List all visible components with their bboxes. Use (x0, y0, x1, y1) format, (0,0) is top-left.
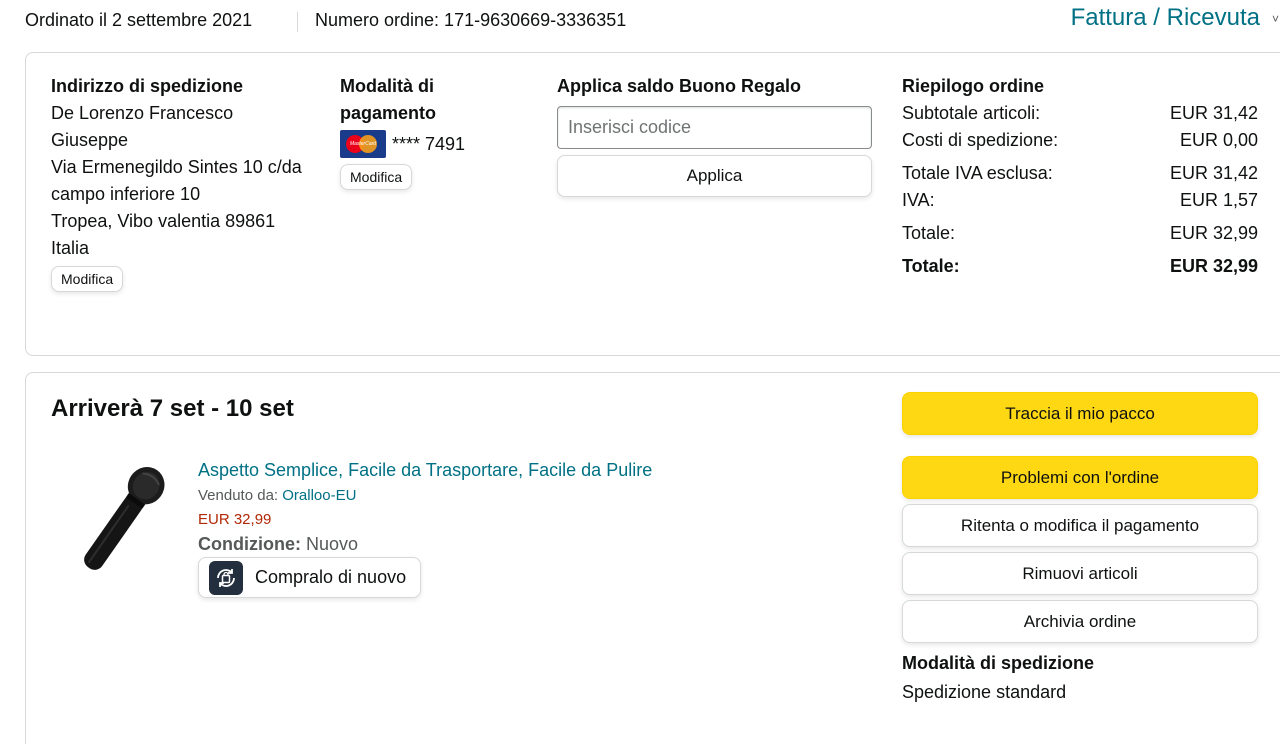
arrival-date: Arriverà 7 set - 10 set (51, 395, 294, 422)
order-summary-section: Riepilogo ordine Subtotale articoli: EUR… (902, 73, 1258, 280)
shipment-card: Arriverà 7 set - 10 set Aspetto Semplice… (25, 372, 1280, 744)
order-details-card: Indirizzo di spedizione De Lorenzo Franc… (25, 52, 1280, 356)
seller-link[interactable]: Oralloo-EU (282, 487, 356, 504)
address-line: Tropea, Vibo valentia 89861 (51, 211, 276, 231)
order-header: Ordinato il 2 settembre 2021 Numero ordi… (0, 0, 1280, 44)
buy-again-label: Compralo di nuovo (255, 567, 407, 587)
product-title-link[interactable]: Aspetto Semplice, Facile da Trasportare,… (198, 457, 798, 483)
summary-label: Costi di spedizione: (902, 130, 1059, 150)
condition: Condizione: Nuovo (198, 534, 798, 555)
buy-again-icon (209, 560, 243, 595)
card-brand-label: MasterCard (349, 141, 377, 147)
order-problems-button[interactable]: Problemi con l'ordine (902, 456, 1258, 499)
payment-card: MasterCard **** 7491 (340, 130, 540, 158)
condition-value: Nuovo (306, 534, 359, 554)
track-package-button[interactable]: Traccia il mio pacco (902, 392, 1258, 435)
summary-row: Totale IVA esclusa: EUR 31,42 (902, 160, 1258, 187)
edit-address-button[interactable]: Modifica (51, 266, 124, 292)
order-date: Ordinato il 2 settembre 2021 (25, 10, 253, 30)
summary-label: Totale: (902, 223, 956, 243)
remove-items-button[interactable]: Rimuovi articoli (902, 552, 1258, 595)
summary-total-value: EUR 32,99 (1169, 256, 1258, 276)
address-line: Via Ermenegildo Sintes 10 c/da campo inf… (51, 157, 302, 204)
summary-row: IVA: EUR 1,57 (902, 187, 1258, 214)
sold-by: Venduto da: Oralloo-EU (198, 487, 798, 504)
condition-label: Condizione: (198, 534, 301, 554)
summary-value: EUR 1,57 (1179, 190, 1258, 210)
summary-row: Totale: EUR 32,99 (902, 220, 1258, 247)
product-image[interactable] (66, 458, 176, 578)
product-info: Aspetto Semplice, Facile da Trasportare,… (198, 457, 798, 598)
product-price: EUR 32,99 (198, 511, 272, 528)
buy-again-button[interactable]: Compralo di nuovo (198, 557, 422, 598)
summary-row: Costi di spedizione: EUR 0,00 (902, 127, 1258, 154)
summary-label: Subtotale articoli: (902, 103, 1041, 123)
summary-value: EUR 31,42 (1169, 103, 1258, 123)
summary-total-label: Totale: (902, 256, 960, 276)
summary-row: Subtotale articoli: EUR 31,42 (902, 100, 1258, 127)
retry-payment-button[interactable]: Ritenta o modifica il pagamento (902, 504, 1258, 547)
gift-card-heading: Applica saldo Buono Regalo (557, 76, 802, 96)
summary-value: EUR 0,00 (1179, 130, 1258, 150)
gift-code-input[interactable] (557, 106, 872, 149)
address-line: Italia (51, 238, 90, 258)
address-line: De Lorenzo Francesco Giuseppe (51, 103, 234, 150)
mastercard-icon: MasterCard (340, 130, 386, 158)
shipping-method: Spedizione standard (902, 682, 1067, 702)
card-number: **** 7491 (392, 133, 466, 154)
summary-value: EUR 32,99 (1169, 223, 1258, 243)
chevron-down-icon[interactable]: ˅ (1272, 12, 1279, 26)
summary-total-row: Totale: EUR 32,99 (902, 253, 1258, 280)
summary-label: IVA: (902, 190, 935, 210)
order-number: Numero ordine: 171-9630669-3336351 (315, 10, 627, 30)
shipping-method-heading: Modalità di spedizione (902, 653, 1095, 673)
invoice-link[interactable]: Fattura / Ricevuta (1071, 4, 1260, 32)
apply-gift-button[interactable]: Applica (557, 155, 872, 197)
summary-value: EUR 31,42 (1169, 163, 1258, 183)
summary-label: Totale IVA esclusa: (902, 163, 1053, 183)
edit-payment-button[interactable]: Modifica (340, 164, 413, 190)
order-actions: Traccia il mio pacco Problemi con l'ordi… (902, 392, 1258, 703)
shipping-address-section: Indirizzo di spedizione De Lorenzo Franc… (51, 73, 311, 292)
archive-order-button[interactable]: Archivia ordine (902, 600, 1258, 643)
divider (297, 12, 298, 32)
payment-method-section: Modalità di pagamento MasterCard **** 74… (340, 73, 540, 190)
shipping-address-heading: Indirizzo di spedizione (51, 76, 244, 96)
sold-by-label: Venduto da: (198, 487, 279, 504)
order-summary-heading: Riepilogo ordine (902, 76, 1044, 96)
gift-card-section: Applica saldo Buono Regalo Applica (557, 73, 875, 197)
payment-method-heading: Modalità di pagamento (340, 76, 437, 123)
